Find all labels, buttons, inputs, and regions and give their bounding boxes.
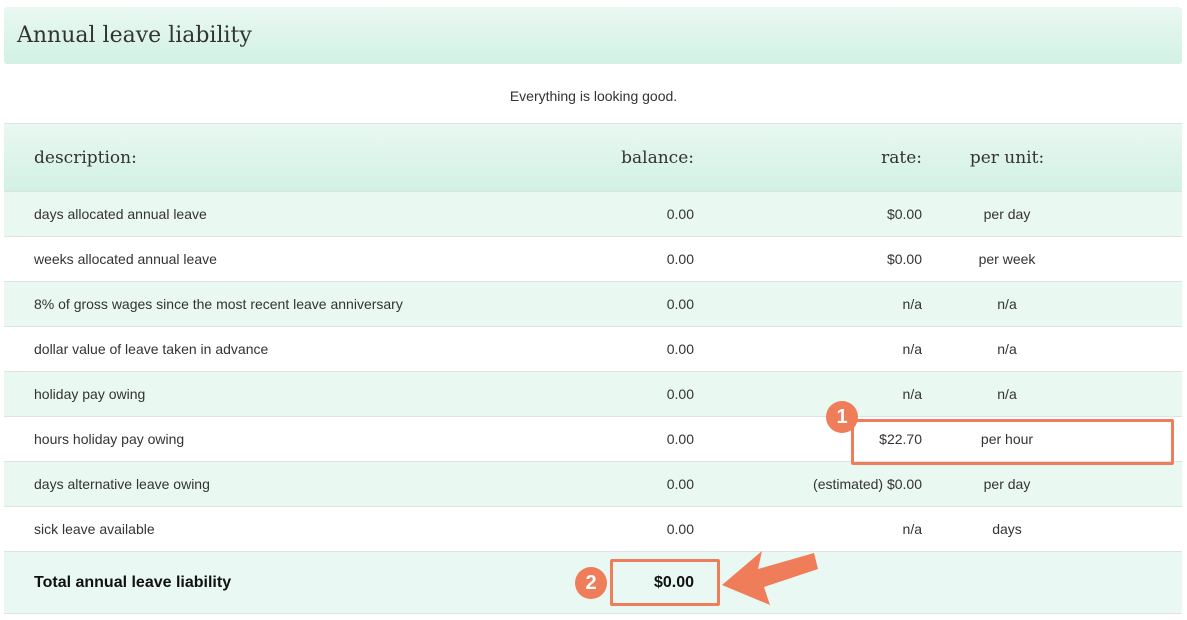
row-per-unit: per day: [983, 206, 1031, 222]
row-rate: (estimated) $0.00: [813, 476, 922, 492]
row-rate: $0.00: [886, 206, 922, 222]
table-row: days allocated annual leave 0.00 $0.00 p…: [4, 192, 1182, 237]
row-description: sick leave available: [34, 521, 155, 537]
panel-header: Annual leave liability: [4, 7, 1182, 64]
highlight-box-rate: [851, 419, 1174, 465]
table-row: holiday pay owing 0.00 n/a n/a: [4, 372, 1182, 417]
row-description: 8% of gross wages since the most recent …: [34, 296, 403, 312]
row-rate: n/a: [902, 296, 922, 312]
row-balance: 0.00: [666, 476, 694, 492]
row-rate: $0.00: [886, 251, 922, 267]
leave-liability-table: description: balance: rate: per unit: da…: [4, 124, 1182, 614]
row-per-unit: days: [992, 521, 1022, 537]
row-description: weeks allocated annual leave: [34, 251, 217, 267]
header-per-unit: per unit:: [969, 147, 1045, 168]
row-per-unit: per day: [983, 476, 1031, 492]
row-rate: n/a: [902, 341, 922, 357]
row-per-unit: n/a: [997, 296, 1017, 312]
table-row: sick leave available 0.00 n/a days: [4, 507, 1182, 552]
row-rate: n/a: [902, 386, 922, 402]
row-per-unit: n/a: [997, 386, 1017, 402]
annotation-badge-2: 2: [575, 567, 607, 599]
row-balance: 0.00: [666, 341, 694, 357]
row-balance: 0.00: [666, 296, 694, 312]
row-balance: 0.00: [666, 521, 694, 537]
arrow-icon: [722, 551, 818, 605]
status-message: Everything is looking good.: [509, 88, 678, 104]
table-row: dollar value of leave taken in advance 0…: [4, 327, 1182, 372]
panel-title: Annual leave liability: [17, 23, 252, 48]
row-description: dollar value of leave taken in advance: [34, 341, 269, 357]
header-rate: rate:: [881, 147, 922, 168]
row-balance: 0.00: [666, 431, 694, 447]
row-per-unit: per week: [978, 251, 1036, 267]
highlight-box-total: [610, 559, 720, 606]
table-row: days alternative leave owing 0.00 (estim…: [4, 462, 1182, 507]
row-per-unit: n/a: [997, 341, 1017, 357]
row-description: holiday pay owing: [34, 386, 146, 402]
row-description: days allocated annual leave: [34, 206, 207, 222]
table-row: weeks allocated annual leave 0.00 $0.00 …: [4, 237, 1182, 282]
row-balance: 0.00: [666, 251, 694, 267]
row-balance: 0.00: [666, 206, 694, 222]
row-description: days alternative leave owing: [34, 476, 210, 492]
header-description: description:: [34, 147, 137, 168]
row-description: hours holiday pay owing: [34, 431, 185, 447]
header-balance: balance:: [621, 147, 694, 168]
annotation-badge-1: 1: [826, 401, 858, 433]
row-balance: 0.00: [666, 386, 694, 402]
table-header: description: balance: rate: per unit:: [4, 124, 1182, 192]
table-row: 8% of gross wages since the most recent …: [4, 282, 1182, 327]
total-label: Total annual leave liability: [34, 573, 232, 591]
